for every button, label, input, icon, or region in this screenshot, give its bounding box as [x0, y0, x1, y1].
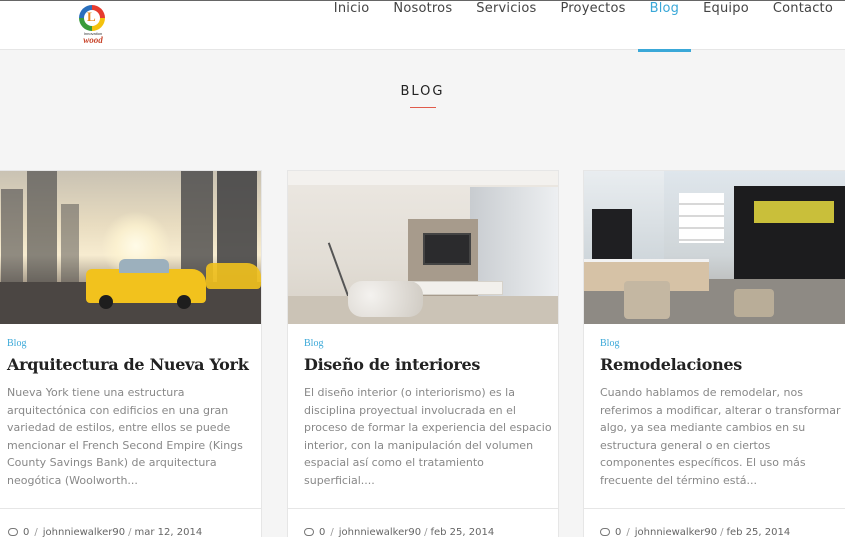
post-meta: 0/johnniewalker90/feb 25, 2014 [288, 508, 558, 537]
floor [288, 296, 558, 324]
floor-lamp [327, 242, 351, 300]
title-underline [410, 107, 436, 108]
post-date: feb 25, 2014 [430, 527, 495, 537]
post-category[interactable]: Blog [304, 338, 552, 349]
site-header: L Innovation wood Inicio Nosotros Servic… [0, 0, 845, 52]
meta-separator: / [128, 527, 132, 537]
wheel [177, 295, 191, 309]
yellow-panel [754, 201, 834, 223]
nav-item-nosotros[interactable]: Nosotros [381, 1, 464, 51]
nav-item-servicios[interactable]: Servicios [464, 1, 548, 51]
post-image-kitchen[interactable] [584, 171, 845, 324]
brand-logo[interactable]: L Innovation wood [76, 5, 110, 45]
comment-icon[interactable] [8, 528, 18, 536]
building [61, 204, 79, 284]
wheel [99, 295, 113, 309]
stool [734, 289, 774, 317]
post-category[interactable]: Blog [7, 338, 255, 349]
comment-icon[interactable] [600, 528, 610, 536]
post-category[interactable]: Blog [600, 338, 845, 349]
comment-count[interactable]: 0 [615, 527, 621, 537]
post-date: feb 25, 2014 [726, 527, 791, 537]
comment-count[interactable]: 0 [319, 527, 325, 537]
building [27, 171, 57, 284]
post-image-nyc[interactable] [0, 171, 261, 324]
nav-item-blog[interactable]: Blog [637, 1, 692, 52]
meta-separator: / [626, 527, 630, 537]
meta-separator: / [330, 527, 334, 537]
post-meta: 0/johnniewalker90/feb 25, 2014 [584, 508, 845, 537]
nav-item-contacto[interactable]: Contacto [761, 1, 845, 51]
ottoman [348, 281, 423, 317]
taxi-window [119, 259, 169, 273]
post-excerpt: El diseño interior (o interiorismo) es l… [304, 386, 552, 487]
nav-item-equipo[interactable]: Equipo [691, 1, 761, 51]
meta-separator: / [34, 527, 38, 537]
blog-card[interactable]: Blog Diseño de interiores El diseño inte… [287, 170, 559, 537]
post-title[interactable]: Arquitectura de Nueva York [7, 355, 255, 374]
section-title: BLOG [400, 84, 445, 99]
comment-count[interactable]: 0 [23, 527, 29, 537]
taxi [206, 263, 261, 289]
post-excerpt: Nueva York tiene una estructura arquitec… [7, 386, 243, 487]
post-author[interactable]: johnniewalker90 [635, 527, 717, 537]
blog-card[interactable]: Blog Remodelaciones Cuando hablamos de r… [583, 170, 845, 537]
logo-letter: L [87, 9, 96, 24]
building [1, 189, 23, 284]
shelf [679, 193, 724, 243]
television [423, 233, 471, 265]
main-nav: Inicio Nosotros Servicios Proyectos Blog… [322, 1, 845, 52]
meta-separator: / [720, 527, 724, 537]
meta-separator: / [424, 527, 428, 537]
post-title[interactable]: Remodelaciones [600, 355, 845, 374]
post-meta: 0/johnniewalker90/mar 12, 2014 [0, 508, 261, 537]
nav-item-proyectos[interactable]: Proyectos [548, 1, 637, 51]
blog-card[interactable]: Blog Arquitectura de Nueva York Nueva Yo… [0, 170, 262, 537]
post-title[interactable]: Diseño de interiores [304, 355, 552, 374]
stool [624, 281, 670, 319]
ceiling [288, 171, 558, 185]
post-excerpt: Cuando hablamos de remodelar, nos referi… [600, 386, 841, 487]
logo-wordmark: wood [83, 35, 103, 45]
comment-icon[interactable] [304, 528, 314, 536]
post-author[interactable]: johnniewalker90 [43, 527, 125, 537]
post-author[interactable]: johnniewalker90 [339, 527, 421, 537]
nav-item-inicio[interactable]: Inicio [322, 1, 382, 51]
post-image-living-room[interactable] [288, 171, 558, 324]
post-date: mar 12, 2014 [134, 527, 203, 537]
